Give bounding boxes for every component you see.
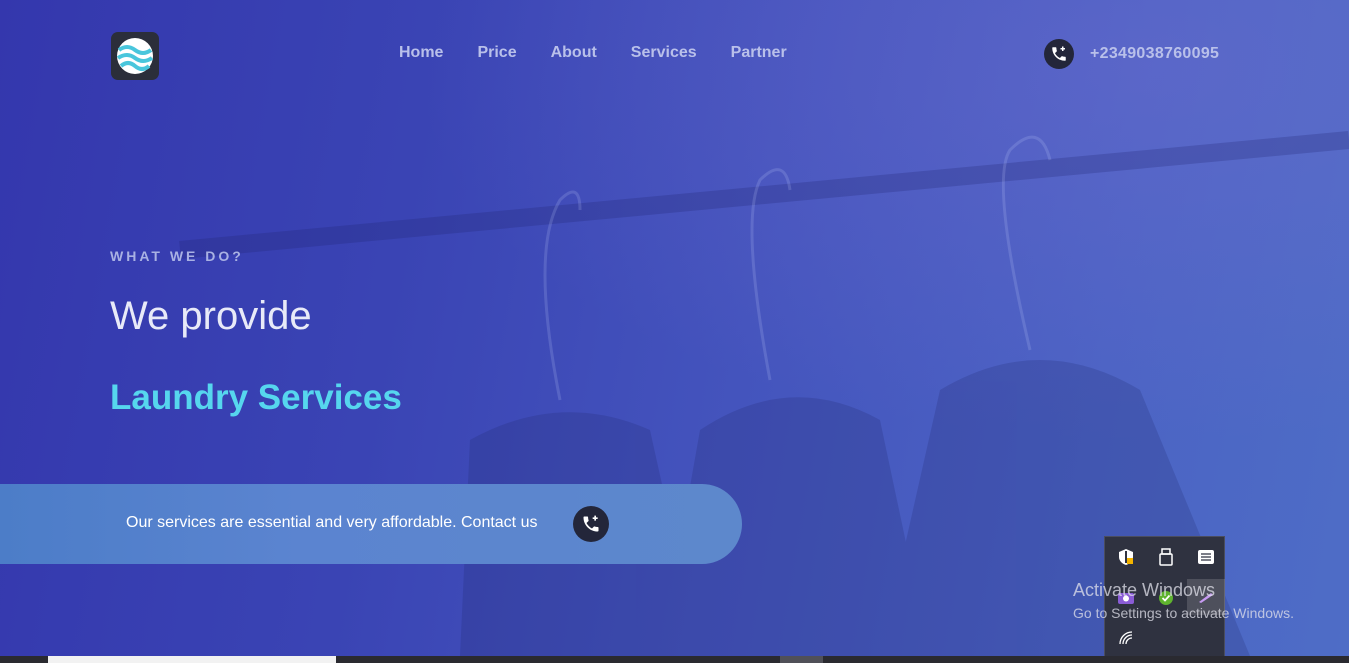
check-shield-icon[interactable] bbox=[1155, 587, 1177, 609]
taskbar bbox=[0, 656, 1349, 663]
nav-home[interactable]: Home bbox=[399, 44, 443, 62]
site-logo[interactable] bbox=[111, 32, 159, 80]
camera-app-icon[interactable] bbox=[1115, 587, 1137, 609]
pen-icon[interactable] bbox=[1187, 579, 1225, 615]
taskbar-search-box[interactable] bbox=[48, 656, 336, 663]
nav-services[interactable]: Services bbox=[631, 44, 697, 62]
phone-add-icon bbox=[583, 515, 599, 532]
nav-partner[interactable]: Partner bbox=[731, 44, 787, 62]
system-tray-overflow bbox=[1104, 536, 1225, 663]
hero-subheading: Laundry Services bbox=[110, 378, 402, 417]
nav-about[interactable]: About bbox=[551, 44, 597, 62]
contact-banner: Our services are essential and very affo… bbox=[0, 484, 742, 564]
settings-panel-icon[interactable] bbox=[1195, 546, 1217, 568]
taskbar-app-button[interactable] bbox=[780, 656, 823, 663]
usb-drive-icon[interactable] bbox=[1155, 546, 1177, 568]
contact-phone-button[interactable] bbox=[573, 506, 609, 542]
hero-eyebrow: WHAT WE DO? bbox=[110, 248, 244, 264]
globe-wave-logo-icon bbox=[116, 38, 154, 74]
header-phone[interactable]: +2349038760095 bbox=[1044, 39, 1219, 69]
defender-warning-icon[interactable] bbox=[1115, 546, 1137, 568]
hero-heading: We provide bbox=[110, 294, 312, 338]
main-nav: Home Price About Services Partner bbox=[399, 44, 821, 62]
phone-add-icon bbox=[1044, 39, 1074, 69]
contact-banner-text: Our services are essential and very affo… bbox=[126, 514, 538, 531]
header-phone-number[interactable]: +2349038760095 bbox=[1090, 45, 1219, 63]
wifi-icon[interactable] bbox=[1115, 627, 1137, 649]
nav-price[interactable]: Price bbox=[477, 44, 516, 62]
